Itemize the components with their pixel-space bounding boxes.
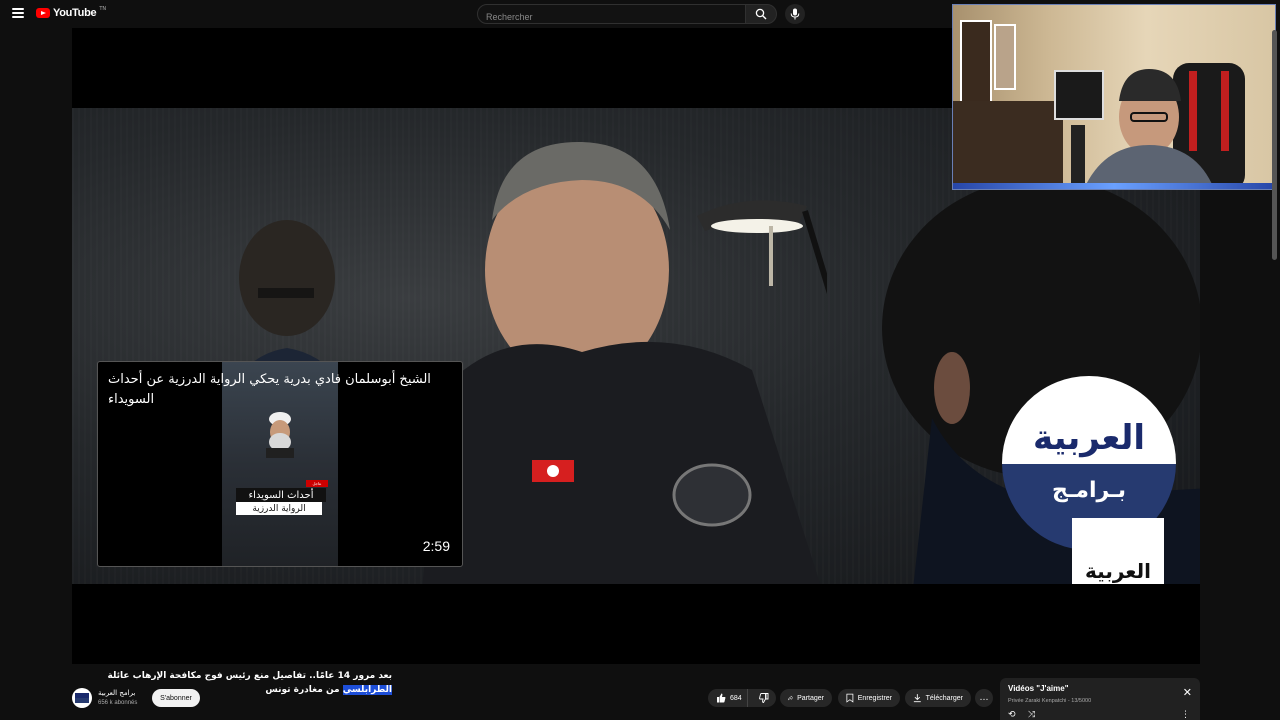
- youtube-play-icon: [36, 8, 50, 18]
- playlist-more-icon[interactable]: ⋮: [1181, 710, 1190, 720]
- title-selected-text: الطرابلسي: [342, 685, 392, 695]
- share-label: Partager: [797, 694, 824, 702]
- webcam-overlay: [952, 4, 1276, 190]
- like-dislike-group: 684: [708, 689, 776, 707]
- loop-icon[interactable]: ⟲: [1008, 710, 1016, 720]
- search-box: [477, 4, 747, 26]
- playlist-subtitle: Privée Zaraki Kenpatchi - 13/5000: [1008, 698, 1092, 704]
- share-icon: [788, 695, 794, 701]
- download-button[interactable]: Télécharger: [905, 689, 971, 707]
- channel-name[interactable]: برامج العربية: [98, 689, 135, 697]
- voice-search-button[interactable]: [785, 4, 805, 24]
- close-icon[interactable]: ✕: [1183, 686, 1192, 699]
- microphone-icon: [790, 8, 800, 20]
- logo-country: TN: [99, 6, 107, 12]
- search-button[interactable]: [745, 4, 777, 24]
- save-label: Enregistrer: [857, 694, 892, 702]
- suggested-video-duration: 2:59: [422, 538, 450, 554]
- share-button[interactable]: Partager: [780, 689, 832, 707]
- watermark-arabic: العربية: [1085, 559, 1151, 583]
- logo-top-text: العربية: [1002, 376, 1176, 464]
- bookmark-icon: [846, 693, 854, 703]
- thumbs-up-icon: [717, 693, 726, 703]
- streamer-room-image: [953, 20, 1245, 189]
- shuffle-icon[interactable]: ⤨: [1028, 710, 1035, 720]
- suggested-video-title[interactable]: الشيخ أبوسلمان فادي بدرية يحكي الرواية ا…: [108, 370, 452, 410]
- title-suffix: من مغادرة تونس: [265, 685, 343, 695]
- channel-logo-icon: [75, 693, 89, 703]
- menu-icon[interactable]: [12, 8, 24, 18]
- subscribe-button[interactable]: S'abonner: [152, 689, 200, 707]
- search-input[interactable]: [478, 8, 746, 26]
- download-label: Télécharger: [925, 694, 963, 702]
- channel-avatar[interactable]: [72, 688, 92, 708]
- like-count: 684: [730, 694, 742, 702]
- title-prefix: بعد مرور 14 عامًا.. تفاصيل منع رئيس فوج …: [107, 671, 393, 681]
- main-person-image: [422, 141, 821, 584]
- dislike-button[interactable]: [752, 689, 776, 707]
- search-icon: [755, 8, 767, 20]
- alarabiya-watermark: العربية alarabiya: [1072, 518, 1164, 584]
- sheikh-portrait-image: [266, 412, 294, 458]
- thumbs-down-icon: [758, 693, 769, 703]
- download-icon: [913, 694, 921, 703]
- webcam-border-strip: [953, 183, 1275, 189]
- thumbnail-tag: عاجل: [306, 480, 328, 487]
- youtube-logo[interactable]: YouTube TN: [36, 6, 107, 19]
- save-button[interactable]: Enregistrer: [838, 689, 900, 707]
- more-actions-button[interactable]: …: [975, 689, 993, 707]
- suggested-video-card[interactable]: عاجل أحداث السويداء الرواية الدرزية الشي…: [97, 361, 463, 567]
- thumbnail-caption-1: أحداث السويداء: [236, 488, 326, 502]
- playlist-panel: Vidéos "J'aime" Privée Zaraki Kenpatchi …: [1000, 678, 1200, 720]
- thumbnail-caption-2: الرواية الدرزية: [236, 502, 322, 515]
- playlist-title[interactable]: Vidéos "J'aime": [1008, 684, 1068, 693]
- page-scrollbar[interactable]: [1272, 30, 1277, 260]
- logo-text: YouTube: [53, 7, 97, 19]
- subscriber-count: 656 k abonnés: [98, 700, 138, 706]
- like-button[interactable]: 684: [708, 689, 748, 707]
